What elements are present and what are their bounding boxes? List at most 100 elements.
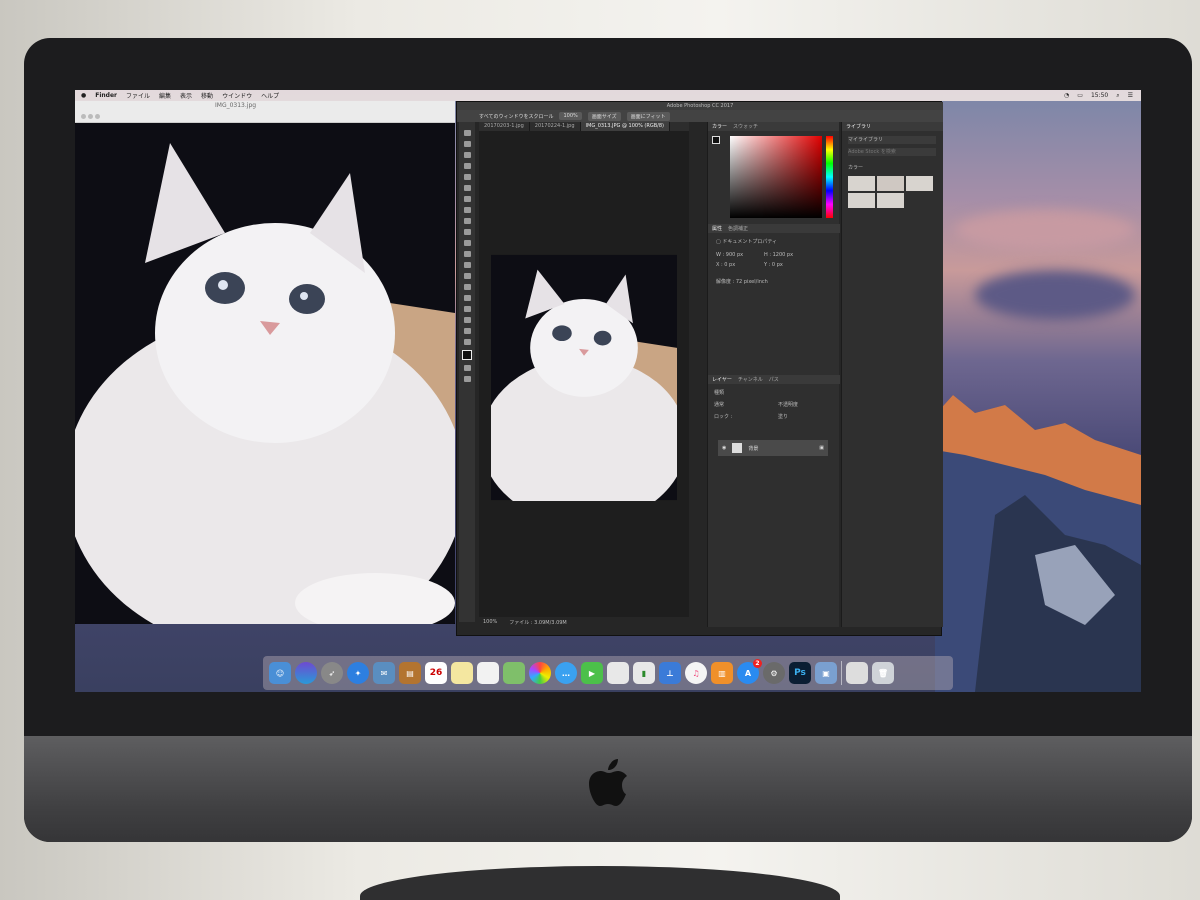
itunes-icon[interactable]: ♫ (685, 662, 707, 684)
library-swatch[interactable] (877, 193, 904, 208)
screen-size-button[interactable]: 画面サイズ (587, 111, 621, 121)
library-swatch[interactable] (877, 176, 904, 191)
tab-swatches[interactable]: スウォッチ (733, 123, 758, 130)
height-value[interactable]: H : 1200 px (764, 252, 793, 258)
library-swatch[interactable] (906, 176, 933, 191)
tab-properties[interactable]: 属性 (712, 225, 722, 232)
move-tool-icon[interactable] (463, 130, 471, 136)
tab-document-active[interactable]: IMG_0313.JPG @ 100% (RGB/8) (580, 122, 670, 131)
menu-item-view[interactable]: 表示 (180, 91, 192, 100)
pen-tool-icon[interactable] (463, 284, 471, 290)
finder-icon[interactable]: ☺ (269, 662, 291, 684)
history-brush-tool-icon[interactable] (463, 229, 471, 235)
system-preferences-icon[interactable]: ⚙ (763, 662, 785, 684)
app-store-icon[interactable]: A 2 (737, 659, 762, 684)
tab-color[interactable]: カラー (712, 123, 727, 130)
zoom-button[interactable] (95, 114, 100, 119)
marquee-tool-icon[interactable] (463, 141, 471, 147)
foreground-color-icon[interactable] (462, 350, 472, 360)
calendar-icon[interactable]: 26 (425, 662, 447, 684)
layer-kind-filter[interactable]: 種類 (714, 389, 724, 396)
x-value[interactable]: X : 0 px (716, 262, 735, 268)
tab-adjustments[interactable]: 色調補正 (728, 225, 748, 232)
gradient-tool-icon[interactable] (463, 251, 471, 257)
downloads-stack-icon[interactable] (846, 662, 868, 684)
opacity-label[interactable]: 不透明度 (778, 401, 798, 408)
visibility-eye-icon[interactable]: ◉ (722, 445, 726, 451)
lasso-tool-icon[interactable] (463, 152, 471, 158)
hue-slider[interactable] (826, 136, 833, 218)
dodge-tool-icon[interactable] (463, 273, 471, 279)
menu-item-go[interactable]: 移動 (201, 91, 213, 100)
trash-icon[interactable]: 🗑 (872, 662, 894, 684)
tab-channels[interactable]: チャンネル (738, 376, 763, 383)
tab-libraries[interactable]: ライブラリ (846, 123, 871, 130)
stock-search-input[interactable]: Adobe Stock を検索 (848, 148, 936, 156)
color-picker-field[interactable] (730, 136, 822, 218)
library-select[interactable]: マイライブラリ (848, 136, 936, 144)
blur-tool-icon[interactable] (463, 262, 471, 268)
eyedropper-tool-icon[interactable] (463, 185, 471, 191)
zoom-field[interactable]: 100% (559, 112, 582, 120)
blend-mode-select[interactable]: 通常 (714, 401, 724, 408)
fit-screen-button[interactable]: 画面にフィット (626, 111, 670, 121)
siri-icon[interactable] (295, 662, 317, 684)
photos-icon[interactable] (529, 662, 551, 684)
eraser-tool-icon[interactable] (463, 240, 471, 246)
layer-name[interactable]: 背景 (748, 445, 758, 452)
launchpad-icon[interactable]: ➶ (321, 662, 343, 684)
stamp-tool-icon[interactable] (463, 218, 471, 224)
layer-row[interactable]: ◉ 背景 ▣ (718, 440, 828, 456)
menu-clock[interactable]: 15:50 (1091, 92, 1108, 100)
spotlight-icon[interactable]: ⌕ (1116, 92, 1119, 100)
tab-layers[interactable]: レイヤー (712, 376, 732, 383)
document-canvas[interactable] (479, 131, 689, 617)
pages-icon[interactable] (607, 662, 629, 684)
messages-icon[interactable]: … (555, 662, 577, 684)
foreground-swatch-icon[interactable] (712, 136, 720, 144)
library-swatch[interactable] (848, 193, 875, 208)
ibooks-icon[interactable]: ▥ (711, 662, 733, 684)
menu-item-window[interactable]: ウインドウ (222, 91, 252, 100)
facetime-icon[interactable]: ▶ (581, 662, 603, 684)
minimize-button[interactable] (88, 114, 93, 119)
type-tool-icon[interactable] (463, 295, 471, 301)
shape-tool-icon[interactable] (463, 317, 471, 323)
scroll-all-checkbox[interactable]: すべてのウィンドウをスクロール (479, 113, 553, 120)
wifi-icon[interactable]: ◔ (1064, 92, 1069, 100)
magic-wand-tool-icon[interactable] (463, 163, 471, 169)
path-select-tool-icon[interactable] (463, 306, 471, 312)
notes-icon[interactable] (451, 662, 473, 684)
tab-paths[interactable]: パス (769, 376, 779, 383)
library-section-colors[interactable]: カラー (848, 164, 863, 171)
screen-mode-icon[interactable] (463, 376, 471, 382)
photoshop-dock-icon[interactable]: Ps (789, 662, 811, 684)
contacts-icon[interactable]: ▤ (399, 662, 421, 684)
tab-document-1[interactable]: 20170203-1.jpg (479, 122, 530, 131)
zoom-tool-icon[interactable] (463, 339, 471, 345)
reminders-icon[interactable] (477, 662, 499, 684)
safari-icon[interactable]: ✦ (347, 662, 369, 684)
library-swatch[interactable] (848, 176, 875, 191)
crop-tool-icon[interactable] (463, 174, 471, 180)
menu-item-edit[interactable]: 編集 (159, 91, 171, 100)
apple-menu-icon[interactable]: ● (81, 92, 86, 99)
battery-icon[interactable]: ▭ (1077, 92, 1083, 100)
maps-icon[interactable] (503, 662, 525, 684)
fill-label[interactable]: 塗り (778, 413, 788, 420)
menu-item-file[interactable]: ファイル (126, 91, 150, 100)
hand-tool-icon[interactable] (463, 328, 471, 334)
menu-item-help[interactable]: ヘルプ (261, 91, 279, 100)
notification-center-icon[interactable]: ☰ (1128, 92, 1133, 100)
brush-tool-icon[interactable] (463, 207, 471, 213)
close-button[interactable] (81, 114, 86, 119)
keynote-icon[interactable]: ⊥ (659, 662, 681, 684)
mail-icon[interactable]: ✉ (373, 662, 395, 684)
width-value[interactable]: W : 900 px (716, 252, 743, 258)
tab-document-2[interactable]: 20170224-1.jpg (530, 122, 581, 131)
y-value[interactable]: Y : 0 px (764, 262, 783, 268)
numbers-icon[interactable]: ▮ (633, 662, 655, 684)
quick-mask-icon[interactable] (463, 365, 471, 371)
preview-app-icon[interactable]: ▣ (815, 662, 837, 684)
healing-tool-icon[interactable] (463, 196, 471, 202)
